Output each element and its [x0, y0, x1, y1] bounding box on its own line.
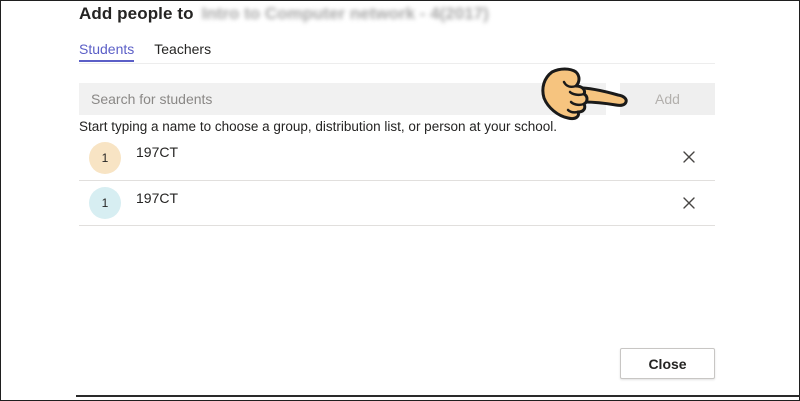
tab-students[interactable]: Students [79, 40, 135, 62]
close-icon[interactable] [681, 195, 697, 211]
list-item-name: 197CT [136, 190, 179, 206]
close-button[interactable]: Close [620, 348, 715, 379]
avatar: 1 [89, 187, 121, 219]
tab-teachers[interactable]: Teachers [154, 40, 211, 62]
add-button[interactable]: Add [620, 83, 715, 115]
hint-text: Start typing a name to choose a group, d… [79, 119, 558, 134]
bottom-rule [76, 395, 800, 397]
team-name-blurred: Intro to Computer network - 4(2017) [201, 4, 489, 23]
list-item-name: 197CT [136, 144, 179, 160]
list-item: 1 197CT [79, 136, 715, 181]
list-item: 1 197CT [79, 180, 715, 226]
search-input[interactable] [79, 83, 606, 115]
pointing-hand-icon [541, 67, 628, 120]
tab-bar: Students Teachers [79, 40, 715, 64]
dialog-header: Add people to Intro to Computer network … [79, 3, 489, 25]
selected-list: 1 197CT 1 197CT [79, 136, 715, 226]
close-icon[interactable] [681, 149, 697, 165]
dialog-title: Add people to [79, 4, 194, 23]
avatar: 1 [89, 142, 121, 174]
